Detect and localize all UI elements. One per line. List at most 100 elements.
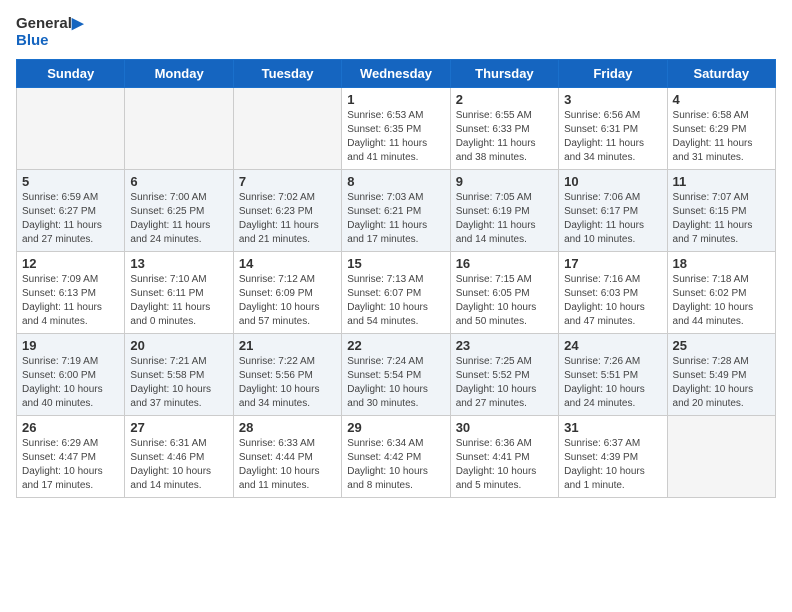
calendar-cell: 10Sunrise: 7:06 AM Sunset: 6:17 PM Dayli… <box>559 170 667 252</box>
calendar-cell: 9 Sunrise: 7:05 AM Sunset: 6:19 PM Daylig… <box>450 170 558 252</box>
day-number: 16 <box>456 256 553 271</box>
calendar-cell: 18 Sunrise: 7:18 AM Sunset: 6:02 PM Dayli… <box>667 252 775 334</box>
day-info: Sunrise: 6:53 AM Sunset: 6:35 PM Dayligh… <box>347 109 444 165</box>
calendar-cell: 24 Sunrise: 7:26 AM Sunset: 5:51 PM Dayli… <box>559 334 667 416</box>
calendar-week-row: 26 Sunrise: 6:29 AM Sunset: 4:47 PM Dayli… <box>17 416 776 498</box>
day-info: Sunrise: 7:26 AM Sunset: 5:51 PM Dayligh… <box>564 355 661 411</box>
calendar-cell: 11 Sunrise: 7:07 AM Sunset: 6:15 PM Dayli… <box>667 170 775 252</box>
logo-container: General▶ Blue <box>16 16 83 49</box>
day-info: Sunrise: 7:19 AM Sunset: 6:00 PM Dayligh… <box>22 355 119 411</box>
day-number: 3 <box>564 92 661 107</box>
day-number: 4 <box>673 92 770 107</box>
day-info: Sunrise: 7:16 AM Sunset: 6:03 PM Dayligh… <box>564 273 661 329</box>
day-number: 18 <box>673 256 770 271</box>
day-number: 15 <box>347 256 444 271</box>
calendar-cell: 6 Sunrise: 7:00 AM Sunset: 6:25 PM Daylig… <box>125 170 233 252</box>
weekday-header-monday: Monday <box>125 60 233 88</box>
day-number: 28 <box>239 420 336 435</box>
calendar-cell: 7 Sunrise: 7:02 AM Sunset: 6:23 PM Daylig… <box>233 170 341 252</box>
calendar-cell <box>17 88 125 170</box>
calendar-week-row: 1 Sunrise: 6:53 AM Sunset: 6:35 PM Daylig… <box>17 88 776 170</box>
day-info: Sunrise: 7:05 AM Sunset: 6:19 PM Dayligh… <box>456 191 553 247</box>
day-info: Sunrise: 7:25 AM Sunset: 5:52 PM Dayligh… <box>456 355 553 411</box>
calendar-cell: 25 Sunrise: 7:28 AM Sunset: 5:49 PM Dayli… <box>667 334 775 416</box>
day-number: 9 <box>456 174 553 189</box>
day-number: 11 <box>673 174 770 189</box>
day-number: 31 <box>564 420 661 435</box>
day-info: Sunrise: 7:09 AM Sunset: 6:13 PM Dayligh… <box>22 273 119 329</box>
weekday-header-thursday: Thursday <box>450 60 558 88</box>
day-info: Sunrise: 6:33 AM Sunset: 4:44 PM Dayligh… <box>239 437 336 493</box>
day-number: 5 <box>22 174 119 189</box>
day-number: 1 <box>347 92 444 107</box>
day-info: Sunrise: 7:28 AM Sunset: 5:49 PM Dayligh… <box>673 355 770 411</box>
day-number: 12 <box>22 256 119 271</box>
day-info: Sunrise: 7:02 AM Sunset: 6:23 PM Dayligh… <box>239 191 336 247</box>
calendar-table: SundayMondayTuesdayWednesdayThursdayFrid… <box>16 59 776 498</box>
day-info: Sunrise: 7:07 AM Sunset: 6:15 PM Dayligh… <box>673 191 770 247</box>
day-info: Sunrise: 6:34 AM Sunset: 4:42 PM Dayligh… <box>347 437 444 493</box>
weekday-header-row: SundayMondayTuesdayWednesdayThursdayFrid… <box>17 60 776 88</box>
day-number: 23 <box>456 338 553 353</box>
day-info: Sunrise: 7:15 AM Sunset: 6:05 PM Dayligh… <box>456 273 553 329</box>
day-info: Sunrise: 6:31 AM Sunset: 4:46 PM Dayligh… <box>130 437 227 493</box>
calendar-cell <box>233 88 341 170</box>
day-info: Sunrise: 7:22 AM Sunset: 5:56 PM Dayligh… <box>239 355 336 411</box>
calendar-week-row: 19 Sunrise: 7:19 AM Sunset: 6:00 PM Dayli… <box>17 334 776 416</box>
day-number: 2 <box>456 92 553 107</box>
day-number: 13 <box>130 256 227 271</box>
calendar-cell: 21Sunrise: 7:22 AM Sunset: 5:56 PM Dayli… <box>233 334 341 416</box>
calendar-cell: 8 Sunrise: 7:03 AM Sunset: 6:21 PM Daylig… <box>342 170 450 252</box>
day-number: 30 <box>456 420 553 435</box>
day-info: Sunrise: 6:55 AM Sunset: 6:33 PM Dayligh… <box>456 109 553 165</box>
calendar-cell <box>125 88 233 170</box>
day-info: Sunrise: 7:13 AM Sunset: 6:07 PM Dayligh… <box>347 273 444 329</box>
day-number: 19 <box>22 338 119 353</box>
day-info: Sunrise: 6:29 AM Sunset: 4:47 PM Dayligh… <box>22 437 119 493</box>
day-info: Sunrise: 7:03 AM Sunset: 6:21 PM Dayligh… <box>347 191 444 247</box>
calendar-cell: 1 Sunrise: 6:53 AM Sunset: 6:35 PM Daylig… <box>342 88 450 170</box>
calendar-cell: 30Sunrise: 6:36 AM Sunset: 4:41 PM Dayli… <box>450 416 558 498</box>
calendar-cell: 2 Sunrise: 6:55 AM Sunset: 6:33 PM Daylig… <box>450 88 558 170</box>
calendar-cell: 15 Sunrise: 7:13 AM Sunset: 6:07 PM Dayli… <box>342 252 450 334</box>
calendar-week-row: 5Sunrise: 6:59 AM Sunset: 6:27 PM Daylig… <box>17 170 776 252</box>
calendar-cell: 3 Sunrise: 6:56 AM Sunset: 6:31 PM Daylig… <box>559 88 667 170</box>
day-number: 7 <box>239 174 336 189</box>
logo: General▶ Blue <box>16 16 83 49</box>
calendar-cell: 14 Sunrise: 7:12 AM Sunset: 6:09 PM Dayli… <box>233 252 341 334</box>
calendar-cell: 27Sunrise: 6:31 AM Sunset: 4:46 PM Dayli… <box>125 416 233 498</box>
calendar-cell: 5Sunrise: 6:59 AM Sunset: 6:27 PM Daylig… <box>17 170 125 252</box>
calendar-cell: 31 Sunrise: 6:37 AM Sunset: 4:39 PM Dayli… <box>559 416 667 498</box>
calendar-cell: 19 Sunrise: 7:19 AM Sunset: 6:00 PM Dayli… <box>17 334 125 416</box>
day-number: 29 <box>347 420 444 435</box>
calendar-cell: 28 Sunrise: 6:33 AM Sunset: 4:44 PM Dayli… <box>233 416 341 498</box>
day-info: Sunrise: 6:37 AM Sunset: 4:39 PM Dayligh… <box>564 437 661 493</box>
weekday-header-friday: Friday <box>559 60 667 88</box>
logo-line2: Blue <box>16 33 83 50</box>
day-info: Sunrise: 7:00 AM Sunset: 6:25 PM Dayligh… <box>130 191 227 247</box>
calendar-cell: 13 Sunrise: 7:10 AM Sunset: 6:11 PM Dayli… <box>125 252 233 334</box>
weekday-header-saturday: Saturday <box>667 60 775 88</box>
day-info: Sunrise: 7:12 AM Sunset: 6:09 PM Dayligh… <box>239 273 336 329</box>
calendar-cell: 23 Sunrise: 7:25 AM Sunset: 5:52 PM Dayli… <box>450 334 558 416</box>
day-info: Sunrise: 7:21 AM Sunset: 5:58 PM Dayligh… <box>130 355 227 411</box>
calendar-cell: 29 Sunrise: 6:34 AM Sunset: 4:42 PM Dayli… <box>342 416 450 498</box>
day-number: 8 <box>347 174 444 189</box>
day-number: 10 <box>564 174 661 189</box>
calendar-cell: 22Sunrise: 7:24 AM Sunset: 5:54 PM Dayli… <box>342 334 450 416</box>
logo-line1: General▶ <box>16 16 83 33</box>
day-info: Sunrise: 6:58 AM Sunset: 6:29 PM Dayligh… <box>673 109 770 165</box>
day-info: Sunrise: 7:18 AM Sunset: 6:02 PM Dayligh… <box>673 273 770 329</box>
day-info: Sunrise: 7:10 AM Sunset: 6:11 PM Dayligh… <box>130 273 227 329</box>
day-number: 14 <box>239 256 336 271</box>
day-info: Sunrise: 7:24 AM Sunset: 5:54 PM Dayligh… <box>347 355 444 411</box>
day-number: 24 <box>564 338 661 353</box>
calendar-cell: 16 Sunrise: 7:15 AM Sunset: 6:05 PM Dayli… <box>450 252 558 334</box>
day-number: 6 <box>130 174 227 189</box>
day-info: Sunrise: 6:56 AM Sunset: 6:31 PM Dayligh… <box>564 109 661 165</box>
day-number: 25 <box>673 338 770 353</box>
calendar-week-row: 12 Sunrise: 7:09 AM Sunset: 6:13 PM Dayli… <box>17 252 776 334</box>
day-number: 26 <box>22 420 119 435</box>
calendar-cell: 26 Sunrise: 6:29 AM Sunset: 4:47 PM Dayli… <box>17 416 125 498</box>
weekday-header-sunday: Sunday <box>17 60 125 88</box>
